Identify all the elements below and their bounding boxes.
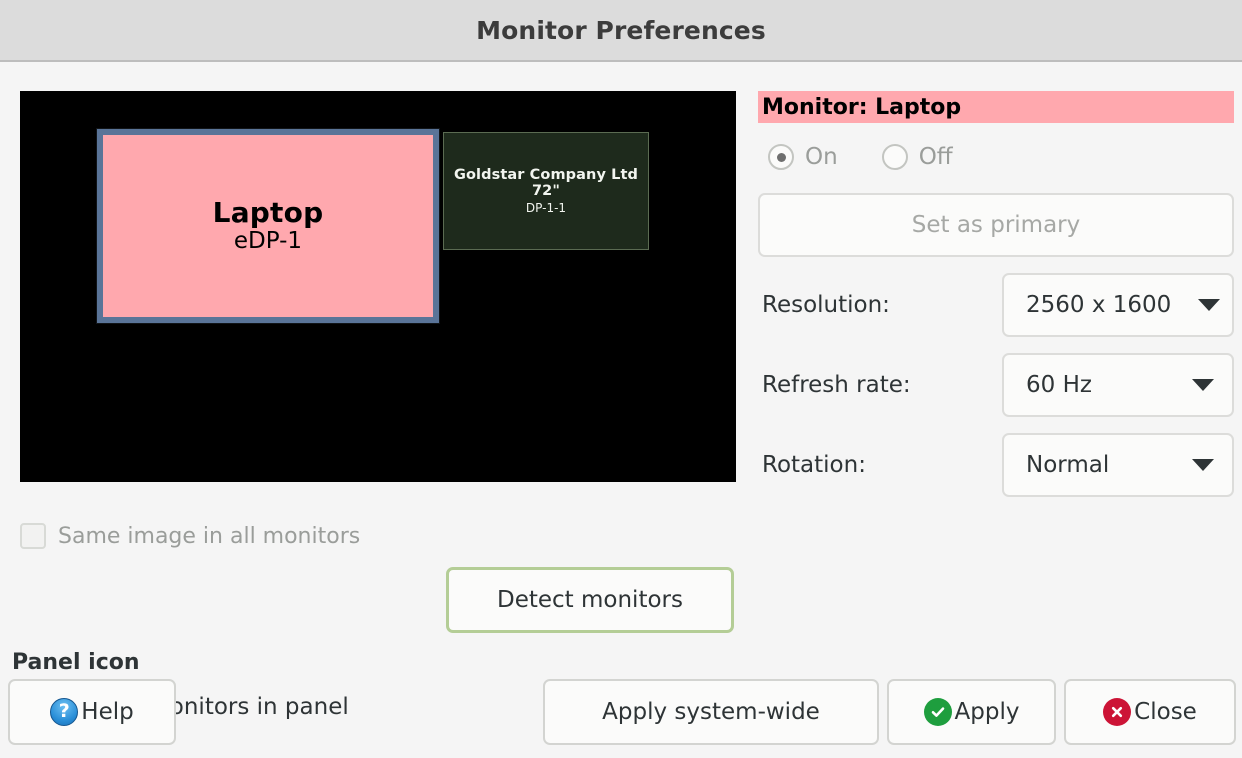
monitor-laptop-name: Laptop [212,195,324,229]
set-as-primary-label: Set as primary [911,212,1081,238]
same-image-checkbox[interactable] [20,523,46,549]
chevron-down-icon [1192,459,1214,471]
same-image-label: Same image in all monitors [58,523,361,549]
chevron-down-icon [1192,379,1214,391]
close-circle-icon [1103,698,1132,726]
detect-monitors-button[interactable]: Detect monitors [446,567,734,633]
status-badge: Monitor: Laptop [758,91,1234,123]
power-radio-group: On Off [758,129,1234,185]
resolution-label: Resolution: [762,292,890,318]
monitor-layout-preview[interactable]: Laptop eDP-1 Goldstar Company Ltd 72" DP… [20,91,736,482]
panel-icon-heading: Panel icon [12,650,140,675]
dialog-body: Laptop eDP-1 Goldstar Company Ltd 72" DP… [0,62,1242,758]
radio-on-label: On [805,144,838,170]
help-label: Help [81,699,134,725]
help-icon: ? [50,698,79,726]
refresh-rate-value: 60 Hz [1026,372,1092,398]
page-title: Monitor Preferences [476,15,766,45]
radio-off-indicator [881,144,908,170]
radio-on-indicator [768,144,794,170]
monitor-item-laptop[interactable]: Laptop eDP-1 [96,128,440,324]
monitor-item-goldstar[interactable]: Goldstar Company Ltd 72" DP-1-1 [443,132,649,250]
rotation-dropdown[interactable]: Normal [1002,433,1234,497]
resolution-value: 2560 x 1600 [1026,292,1172,318]
close-label: Close [1134,699,1197,725]
monitor-goldstar-name: Goldstar Company Ltd 72" [453,167,638,200]
close-button[interactable]: Close [1064,679,1236,745]
monitor-settings-panel: Monitor: Laptop On Off Set as primary Re… [758,91,1234,497]
same-image-checkbox-row[interactable]: Same image in all monitors [20,505,360,567]
monitor-laptop-id: eDP-1 [233,228,303,255]
refresh-rate-label: Refresh rate: [762,372,911,398]
window-titlebar: Monitor Preferences [0,0,1242,62]
rotation-value: Normal [1026,452,1110,478]
apply-system-wide-button[interactable]: Apply system-wide [543,679,879,745]
radio-on[interactable]: On [768,144,838,170]
refresh-rate-dropdown[interactable]: 60 Hz [1002,353,1234,417]
rotation-row: Rotation: Normal [758,433,1234,497]
apply-system-wide-label: Apply system-wide [602,699,820,725]
resolution-row: Resolution: 2560 x 1600 [758,273,1234,337]
resolution-dropdown[interactable]: 2560 x 1600 [1002,273,1234,337]
detect-monitors-label: Detect monitors [497,587,683,613]
monitor-goldstar-id: DP-1-1 [525,200,567,215]
chevron-down-icon [1198,299,1220,311]
radio-off[interactable]: Off [881,144,953,170]
apply-label: Apply [954,699,1020,725]
help-button[interactable]: ? Help [8,679,176,745]
rotation-label: Rotation: [762,452,866,478]
set-as-primary-button[interactable]: Set as primary [758,193,1234,257]
monitor-banner-label: Monitor: Laptop [762,94,962,120]
apply-button[interactable]: Apply [887,679,1056,745]
radio-on-dot [776,152,786,162]
check-circle-icon [923,698,952,726]
monitor-laptop-screen: Laptop eDP-1 [103,135,433,317]
radio-off-label: Off [918,144,953,170]
refresh-rate-row: Refresh rate: 60 Hz [758,353,1234,417]
